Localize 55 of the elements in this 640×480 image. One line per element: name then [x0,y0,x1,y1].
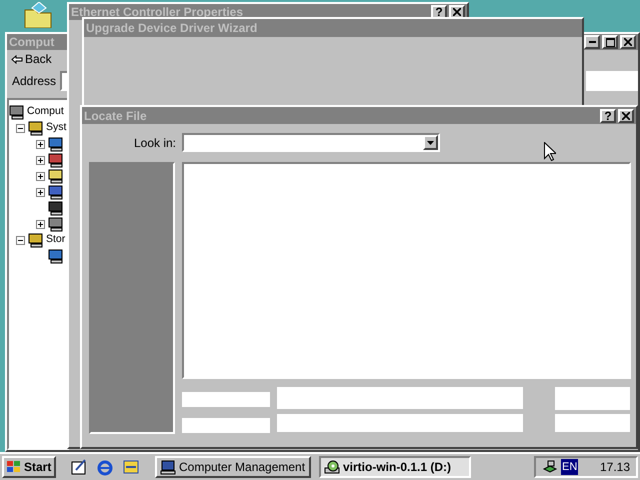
collapse-box-icon[interactable] [16,124,25,132]
expand-box-icon[interactable] [36,220,45,228]
look-in-dropdown[interactable] [182,133,440,152]
tree-item-label[interactable]: Stor [46,232,66,248]
expand-box-icon[interactable] [36,188,45,196]
collapse-box-icon[interactable] [16,236,25,244]
language-indicator[interactable]: EN [561,458,578,476]
taskbar-button[interactable]: Computer Management [155,456,311,478]
close-button[interactable] [618,108,634,122]
dropdown-button[interactable] [423,135,438,150]
device-icon [48,248,64,264]
window-title: Upgrade Device Driver Wizard [86,20,258,37]
expand-box-icon[interactable] [36,172,45,180]
close-icon [453,8,461,16]
minimize-icon [588,41,596,43]
address-label: Address [11,73,58,90]
close-button[interactable] [620,35,636,49]
mouse-cursor-icon [544,142,556,161]
browser-icon[interactable] [96,458,114,476]
tree-item-label[interactable]: Comput [27,104,64,120]
maximize-button[interactable] [602,35,618,49]
desktop-icon[interactable] [70,458,88,476]
close-icon [624,38,632,46]
tree-item-label[interactable]: Syst [46,120,66,136]
close-icon [622,112,630,120]
device-icon [48,168,64,184]
start-button[interactable]: Start [2,456,56,478]
taskbar-button[interactable]: virtio-win-0.1.1 (D:) [319,456,471,478]
computer-icon [160,460,176,474]
device-icon [48,216,64,232]
device-icon [48,184,64,200]
window-title: Locate File [84,108,147,124]
look-in-label: Look in: [132,134,176,152]
caret-icon [427,140,434,144]
window-title: Ethernet Controller Properties [71,4,244,21]
back-button[interactable]: Back [11,50,52,68]
file-name-field[interactable] [277,387,523,409]
folder-icon [22,2,54,28]
expand-box-icon[interactable] [36,140,45,148]
device-icon [48,200,64,216]
clock: 17.13 [600,459,630,476]
network-icon[interactable] [542,459,558,475]
device-icon [48,136,64,152]
windows-logo-icon [6,460,22,474]
window-title: Comput [9,34,54,51]
help-button[interactable]: ? [600,108,616,122]
computer-icon [28,120,44,136]
channels-icon[interactable] [122,458,140,476]
back-arrow-icon [11,54,23,64]
computer-icon [28,232,44,248]
minimize-button[interactable] [584,35,600,49]
expand-box-icon[interactable] [36,156,45,164]
cd-drive-icon [324,460,340,474]
device-icon [48,152,64,168]
maximize-icon [606,38,614,46]
